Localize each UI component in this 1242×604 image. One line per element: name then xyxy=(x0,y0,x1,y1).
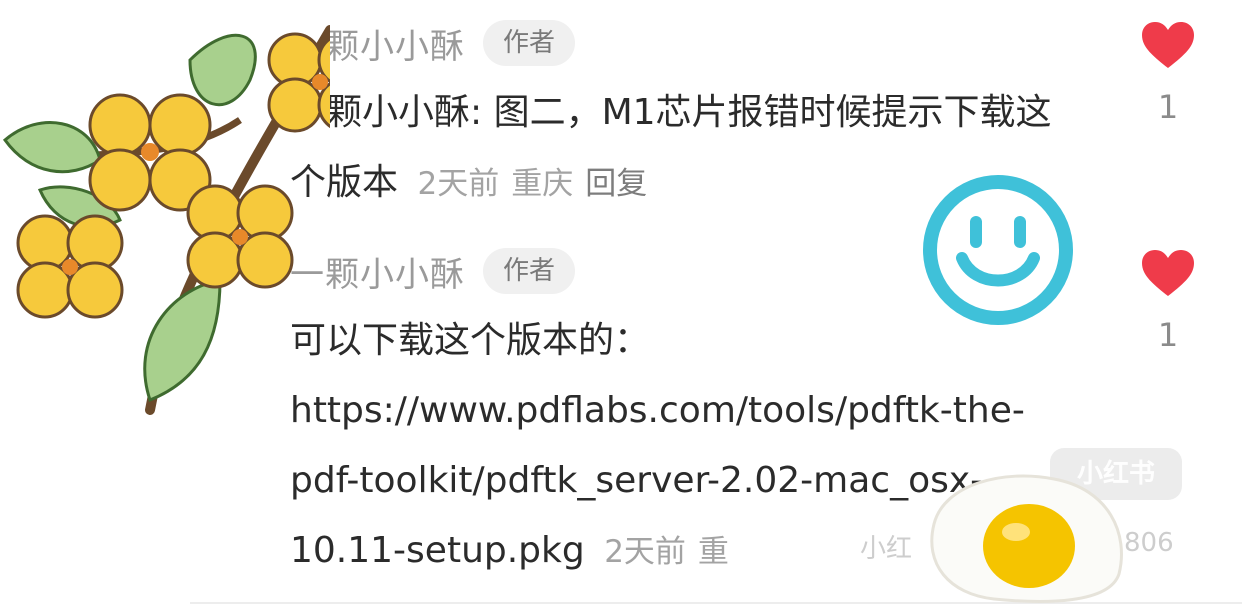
like-button[interactable]: 1 xyxy=(1138,248,1198,354)
like-button[interactable]: 1 xyxy=(1138,20,1198,126)
comment-author-row: 一颗小小酥 作者 xyxy=(290,18,1090,68)
reply-button[interactable]: 回复 xyxy=(585,166,647,202)
comment-time: 2天前 xyxy=(604,534,686,570)
fried-egg-sticker xyxy=(924,464,1134,604)
watermark-id: 小红 806 xyxy=(860,528,1174,565)
comment-thread: 一颗小小酥 作者 一颗小小酥: 图二，M1芯片报错时候提示下载这个版本 2天前重… xyxy=(0,0,1242,604)
comment-time: 2天前 xyxy=(417,166,500,202)
heart-icon[interactable] xyxy=(1138,20,1198,70)
heart-icon[interactable] xyxy=(1138,248,1198,298)
comment-meta: 2天前重 xyxy=(604,534,741,570)
like-count: 1 xyxy=(1157,316,1179,354)
comment-location: 重庆 xyxy=(511,166,574,202)
watermark-id-label: 小红 xyxy=(860,534,913,564)
like-count: 1 xyxy=(1157,88,1179,126)
osmanthus-flowers-sticker xyxy=(0,0,373,420)
comment-meta: 2天前 重庆 回复 xyxy=(417,166,659,202)
author-badge: 作者 xyxy=(483,20,576,66)
comment-location: 重 xyxy=(697,534,729,570)
reply-separator: : xyxy=(470,92,494,133)
smiley-face-sticker xyxy=(918,170,1078,330)
author-badge: 作者 xyxy=(483,248,576,294)
